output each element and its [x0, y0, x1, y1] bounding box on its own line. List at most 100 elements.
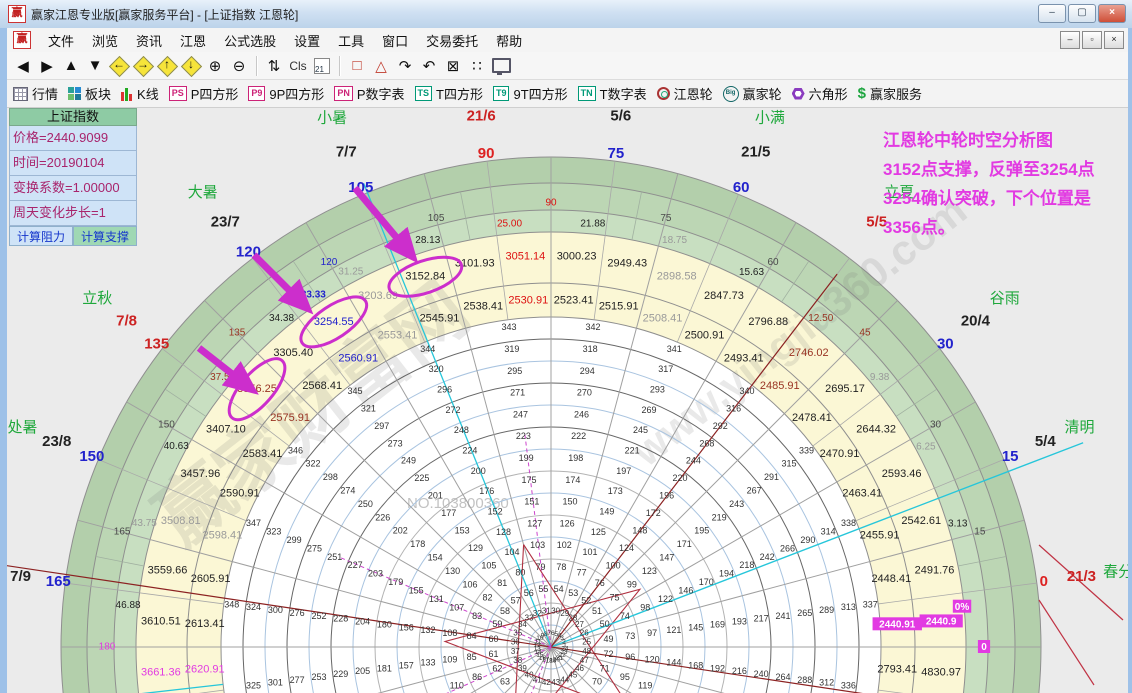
price-inner-value: 2455.91 — [860, 529, 900, 541]
pointer-up-icon[interactable]: ▲ — [60, 55, 82, 77]
spiral-number: 169 — [710, 619, 725, 629]
pan-up-icon[interactable]: ↑ — [156, 55, 178, 77]
spiral-number: 156 — [399, 622, 414, 632]
percent-value: 6.25 — [916, 441, 936, 452]
info-row-0: 价格=2440.9099 — [9, 126, 137, 151]
child-close-button[interactable]: × — [1104, 31, 1124, 49]
spiral-number: 109 — [442, 655, 457, 665]
menu-item-7[interactable]: 窗口 — [373, 29, 417, 52]
tool-p-number-table[interactable]: PNP数字表 — [334, 84, 404, 103]
triangle-tool-icon[interactable]: △ — [370, 55, 392, 77]
spiral-number: 216 — [732, 666, 747, 676]
calc-resistance-button[interactable]: 计算阻力 — [9, 226, 73, 246]
tool-t-number-table[interactable]: TNT数字表 — [578, 84, 647, 103]
tool-gann-wheel[interactable]: 江恩轮 — [657, 84, 713, 103]
zoom-in-icon[interactable]: ⊕ — [204, 55, 226, 77]
menu-item-2[interactable]: 资讯 — [127, 29, 171, 52]
pan-left-icon[interactable]: ← — [108, 55, 130, 77]
maximize-button[interactable]: ▢ — [1068, 4, 1096, 23]
spiral-number: 273 — [388, 438, 403, 448]
menu-item-9[interactable]: 帮助 — [487, 29, 531, 52]
spiral-number: 98 — [640, 602, 650, 612]
outer-date-label: 21/5 — [741, 144, 770, 161]
spiral-number: 321 — [361, 403, 376, 413]
zoom-out-icon[interactable]: ⊖ — [228, 55, 250, 77]
spiral-number: 178 — [410, 539, 425, 549]
nav-prev-icon[interactable]: ◀ — [12, 55, 34, 77]
tool-hexagon[interactable]: 六角形 — [792, 84, 848, 103]
tool-sectors[interactable]: 板块 — [68, 84, 111, 103]
spiral-number: 149 — [599, 506, 614, 516]
tool-kline[interactable]: K线 — [121, 84, 159, 103]
tool-winner-service[interactable]: $赢家服务 — [858, 84, 922, 103]
price-outer-value: 3000.23 — [557, 251, 597, 263]
info-row-2: 变换系数=1.00000 — [9, 176, 137, 201]
spiral-number: 204 — [355, 617, 370, 627]
arc-cw-tool-icon[interactable]: ↷ — [394, 55, 416, 77]
close-button[interactable]: × — [1098, 4, 1126, 23]
menu-bar: 赢 文件浏览资讯江恩公式选股设置工具窗口交易委托帮助 – ▫ × — [7, 28, 1128, 53]
solar-term-label: 小暑 — [317, 110, 347, 127]
spiral-number: 342 — [586, 322, 601, 332]
gann-wheel-canvas[interactable]: 赢家财富网www.yingjia360.comNO.10380036012345… — [7, 108, 1128, 693]
child-minimize-button[interactable]: – — [1060, 31, 1080, 49]
screen-tool-icon[interactable] — [490, 55, 512, 77]
tool-winner-wheel[interactable]: Big赢家轮 — [723, 84, 782, 103]
spiral-number: 217 — [754, 614, 769, 624]
spiral-number: 266 — [780, 543, 795, 553]
degree-current: 0 — [981, 642, 987, 653]
spiral-number: 198 — [568, 453, 583, 463]
gann-wheel-chart[interactable]: 赢家财富网www.yingjia360.comNO.10380036012345… — [7, 108, 1128, 693]
menu-item-6[interactable]: 工具 — [329, 29, 373, 52]
menu-item-3[interactable]: 江恩 — [171, 29, 215, 52]
spiral-number: 125 — [591, 527, 606, 537]
menu-item-8[interactable]: 交易委托 — [417, 29, 487, 52]
spiral-number: 172 — [646, 508, 661, 518]
minimize-button[interactable]: – — [1038, 4, 1066, 23]
menu-item-5[interactable]: 设置 — [285, 29, 329, 52]
scale-adjust-icon[interactable]: ⇅ — [263, 55, 285, 77]
dotted-cross-tool-icon[interactable]: ∷ — [466, 55, 488, 77]
clear-box-tool-icon[interactable]: ⊠ — [442, 55, 464, 77]
spiral-number: 119 — [638, 680, 652, 690]
outer-date-label: 5/4 — [1035, 433, 1057, 450]
sectors-icon — [68, 87, 81, 100]
spiral-number: 293 — [650, 385, 665, 395]
calc-support-button[interactable]: 计算支撑 — [73, 226, 137, 246]
spiral-number: 348 — [224, 599, 239, 609]
menu-item-0[interactable]: 文件 — [39, 29, 83, 52]
tool-quotes[interactable]: 行情 — [13, 84, 58, 103]
nav-next-icon[interactable]: ▶ — [36, 55, 58, 77]
price-inner-value: 2598.41 — [203, 529, 243, 541]
pan-right-icon[interactable]: → — [132, 55, 154, 77]
spiral-number: 229 — [333, 669, 348, 679]
price-inner-current: 2440.91 — [879, 619, 916, 630]
calendar-21-icon[interactable]: 21 — [311, 55, 333, 77]
arc-ccw-tool-icon[interactable]: ↶ — [418, 55, 440, 77]
spiral-number: 337 — [863, 599, 878, 609]
tool-9t-square[interactable]: T99T四方形 — [493, 84, 568, 103]
title-bar[interactable]: 赢 赢家江恩专业版[赢家服务平台] - [上证指数 江恩轮] – ▢ × — [0, 0, 1132, 28]
spiral-number: 126 — [560, 518, 575, 528]
spiral-number: 276 — [290, 608, 305, 618]
menu-item-4[interactable]: 公式选股 — [215, 29, 285, 52]
spiral-number: 148 — [632, 526, 647, 536]
price-inner-value: 2613.41 — [185, 618, 225, 630]
child-restore-button[interactable]: ▫ — [1082, 31, 1102, 49]
spiral-number: 271 — [510, 388, 525, 398]
outer-date-label: 21/6 — [467, 108, 496, 125]
menu-item-1[interactable]: 浏览 — [83, 29, 127, 52]
tool-t-square[interactable]: TST四方形 — [415, 84, 483, 103]
tool-p-square[interactable]: PSP四方形 — [169, 84, 239, 103]
rect-tool-icon[interactable]: □ — [346, 55, 368, 77]
cls-button-icon[interactable]: Cls — [287, 55, 309, 77]
price-inner-value: 2568.41 — [302, 380, 342, 392]
spiral-number: 275 — [307, 543, 322, 553]
pointer-down-icon[interactable]: ▼ — [84, 55, 106, 77]
spiral-number: 46 — [575, 664, 584, 673]
spiral-number: 201 — [428, 491, 443, 501]
pan-down-icon[interactable]: ↓ — [180, 55, 202, 77]
spiral-number: 128 — [496, 527, 511, 537]
spiral-number: 5 — [555, 631, 559, 638]
tool-9p-square[interactable]: P99P四方形 — [248, 84, 324, 103]
